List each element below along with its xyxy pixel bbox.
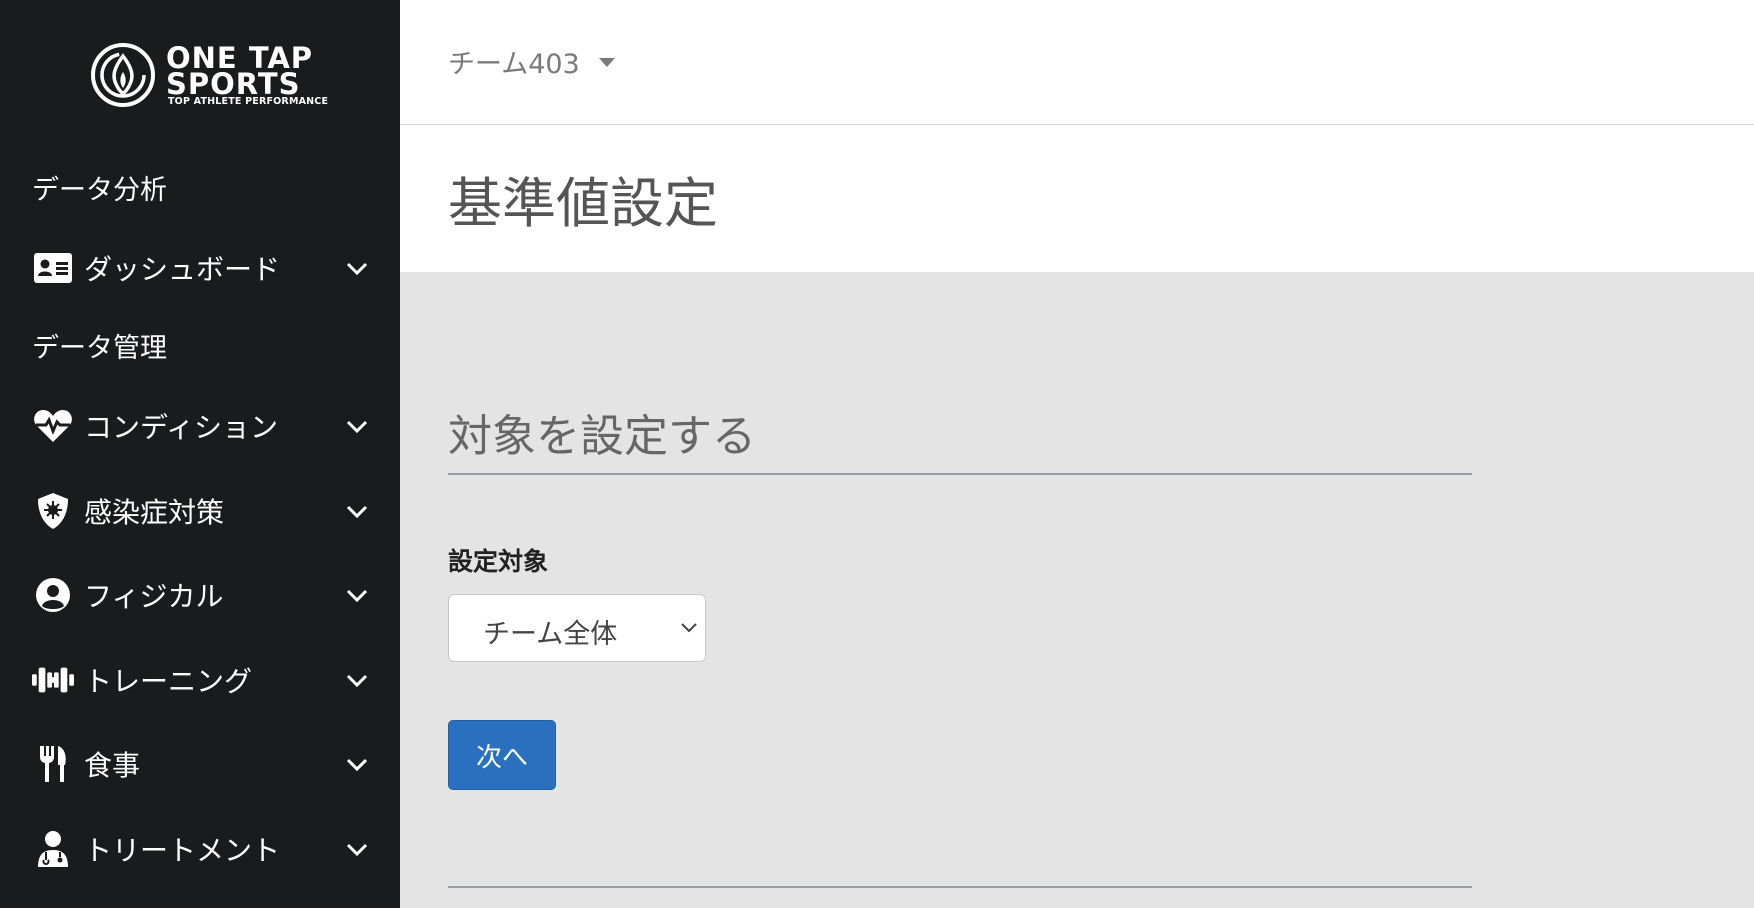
brand-tagline: TOP ATHLETE PERFORMANCE [168, 96, 329, 107]
sidebar-item-infection[interactable]: 感染症対策 [0, 481, 400, 541]
sidebar-item-label: 感染症対策 [84, 496, 225, 529]
bottom-divider [448, 886, 1472, 888]
target-select-value: チーム全体 [483, 619, 618, 650]
top-bar: チーム403 [400, 0, 1754, 125]
next-button[interactable]: 次へ [448, 720, 556, 790]
section-label-analysis: データ分析 [32, 175, 167, 206]
chevron-down-icon [346, 758, 368, 772]
target-field-label: 設定対象 [448, 547, 549, 576]
team-name: チーム403 [448, 49, 580, 80]
sidebar-item-treatment[interactable]: トリートメント [0, 819, 400, 879]
chevron-down-icon [346, 262, 368, 276]
brand-line-2: SPORTS [166, 67, 301, 101]
sidebar: ONE TAP SPORTS TOP ATHLETE PERFORMANCE デ… [0, 0, 400, 908]
page-title-bar: 基準値設定 [400, 125, 1754, 272]
utensils-icon [32, 743, 74, 785]
sidebar-item-label: トレーニング [84, 665, 253, 698]
chevron-down-icon [346, 420, 368, 434]
caret-down-icon [598, 57, 615, 67]
section-divider [448, 473, 1472, 475]
target-select[interactable]: チーム全体 [448, 594, 706, 662]
section-label-management: データ管理 [32, 333, 167, 364]
sidebar-item-dashboard[interactable]: ダッシュボード [0, 238, 400, 298]
sidebar-item-training[interactable]: トレーニング [0, 650, 400, 710]
sidebar-item-label: フィジカル [84, 580, 224, 613]
sidebar-item-label: 食事 [84, 749, 141, 782]
page-title: 基準値設定 [448, 172, 718, 235]
chevron-down-icon [346, 843, 368, 857]
dumbbell-icon [32, 659, 74, 701]
chevron-down-icon [346, 674, 368, 688]
sidebar-item-label: ダッシュボード [84, 253, 281, 286]
heartbeat-icon [32, 405, 74, 447]
flame-logo-icon [91, 43, 155, 107]
user-circle-icon [32, 574, 74, 616]
id-card-icon [32, 247, 74, 289]
section-title: 対象を設定する [448, 411, 756, 462]
sidebar-item-physical[interactable]: フィジカル [0, 565, 400, 625]
chevron-down-icon [346, 505, 368, 519]
chevron-down-icon [346, 589, 368, 603]
doctor-icon [32, 828, 74, 870]
main-content: 対象を設定する 設定対象 チーム全体 次へ [400, 272, 1754, 908]
sidebar-item-label: コンディション [84, 411, 279, 444]
one-tap-sports-logo[interactable]: ONE TAP SPORTS TOP ATHLETE PERFORMANCE [90, 42, 328, 112]
team-selector[interactable]: チーム403 [448, 42, 616, 81]
shield-virus-icon [32, 490, 74, 532]
chevron-down-icon [681, 623, 697, 633]
sidebar-item-condition[interactable]: コンディション [0, 396, 400, 456]
sidebar-item-label: トリートメント [84, 834, 281, 867]
sidebar-item-meal[interactable]: 食事 [0, 734, 400, 794]
